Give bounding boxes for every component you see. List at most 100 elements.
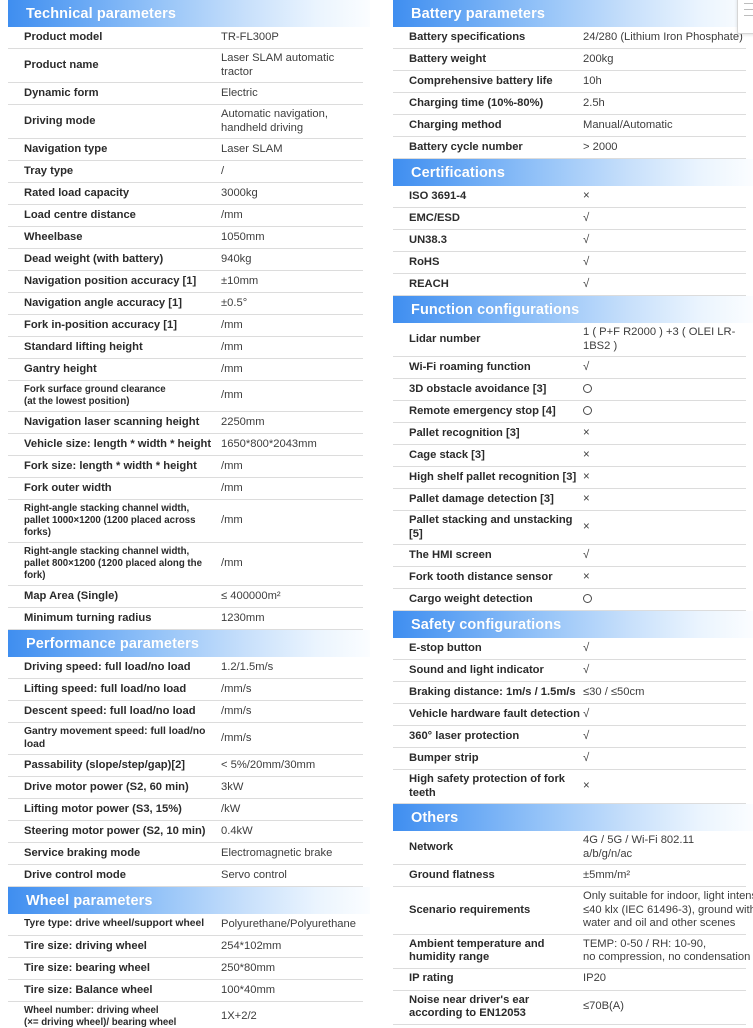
- spec-label-vehicle-size-length-width-height: Vehicle size: length * width * height: [24, 437, 212, 450]
- section-rows: Driving speed: full load/no load 1.2/1.5m…: [0, 657, 370, 887]
- spec-row: Pallet stacking and unstacking [5] ×: [393, 511, 746, 545]
- section-header-technical-parameters: Technical parameters: [8, 0, 370, 27]
- spec-label-navigation-position-accuracy-1: Navigation position accuracy [1]: [24, 274, 197, 287]
- cross-icon: ×: [583, 470, 590, 483]
- floating-menu-panel[interactable]: [737, 0, 753, 34]
- spec-value: /kW: [221, 802, 241, 815]
- spec-row: Lifting motor power (S3, 15%) /kW: [8, 799, 363, 821]
- spec-value: ×: [583, 521, 746, 535]
- spec-label-navigation-angle-accuracy-1: Navigation angle accuracy [1]: [24, 296, 182, 309]
- spec-value: ×: [583, 780, 746, 794]
- spec-value: 940kg: [221, 252, 252, 265]
- menu-line-icon: [744, 15, 753, 16]
- spec-label-vehicle-hardware-fault-detection: Vehicle hardware fault detection: [409, 707, 580, 720]
- check-icon: √: [583, 641, 590, 654]
- spec-row: Navigation angle accuracy [1] ±0.5°: [8, 293, 363, 315]
- spec-label-gantry-movement-speed-full-load-no-load: Gantry movement speed: full load/no load: [24, 726, 206, 750]
- spec-label-lidar-number: Lidar number: [409, 332, 481, 345]
- spec-value: ×: [583, 493, 746, 507]
- spec-value: TR-FL300P: [221, 30, 279, 43]
- spec-value: /mm: [221, 318, 243, 331]
- spec-label-wheelbase: Wheelbase: [24, 230, 83, 243]
- spec-label-tire-size-driving-wheel: Tire size: driving wheel: [24, 939, 147, 952]
- spec-label-battery-weight: Battery weight: [409, 52, 487, 65]
- spec-label-standard-lifting-height: Standard lifting height: [24, 340, 143, 353]
- spec-row: Tire size: driving wheel 254*102mm: [8, 936, 363, 958]
- spec-value: /mm: [221, 340, 243, 353]
- cross-icon: ×: [583, 570, 590, 583]
- spec-label-load-centre-distance: Load centre distance: [24, 208, 136, 221]
- spec-row: Noise near driver's ear according to EN1…: [393, 991, 746, 1025]
- section-rows: Battery specifications 24/280 (Lithium Ir…: [385, 27, 753, 159]
- spec-value: √: [583, 730, 746, 744]
- check-icon: √: [583, 663, 590, 676]
- spec-label-e-stop-button: E-stop button: [409, 641, 482, 654]
- spec-value: /mm/s: [221, 682, 252, 695]
- spec-label-reach: REACH: [409, 277, 449, 290]
- spec-value: 1050mm: [221, 230, 265, 243]
- spec-value: /mm: [221, 389, 243, 402]
- spec-row: Comprehensive battery life 10h: [393, 71, 746, 93]
- spec-label-fork-surface-ground-clearance-at-the-lowest-posi: Fork surface ground clearance (at the lo…: [24, 384, 166, 407]
- spec-value: /mm: [221, 514, 243, 527]
- spec-label-product-model: Product model: [24, 30, 103, 43]
- spec-row: Ambient temperature and humidity range TE…: [393, 935, 750, 969]
- spec-row: Descent speed: full load/no load/mm/s: [8, 701, 363, 723]
- spec-row: Cage stack [3] ×: [393, 445, 746, 467]
- spec-value: ×: [583, 571, 746, 585]
- spec-label-lifting-motor-power-s3-15: Lifting motor power (S3, 15%): [24, 802, 182, 815]
- check-icon: √: [583, 360, 590, 373]
- spec-value: ≤30 / ≤50cm: [583, 685, 645, 698]
- section-title: Performance parameters: [26, 635, 200, 652]
- spec-value: √: [583, 549, 746, 563]
- spec-label-battery-specifications: Battery specifications: [409, 30, 526, 43]
- spec-row: Cargo weight detection: [393, 589, 746, 611]
- check-icon: √: [583, 729, 590, 742]
- spec-row: Tyre type: drive wheel/support wheel Poly…: [8, 914, 363, 936]
- spec-label-high-safety-protection-of-fork-teeth: High safety protection of fork teeth: [409, 773, 566, 799]
- spec-label-pallet-stacking-and-unstacking-5: Pallet stacking and unstacking [5]: [409, 514, 573, 540]
- spec-row: UN38.3 √: [393, 230, 746, 252]
- check-icon: √: [583, 233, 590, 246]
- spec-row: Charging method Manual/Automatic: [393, 115, 746, 137]
- spec-label-pallet-damage-detection-3: Pallet damage detection [3]: [409, 492, 554, 505]
- spec-label-steering-motor-power-s2-10-min: Steering motor power (S2, 10 min): [24, 824, 206, 837]
- spec-label-network: Network: [409, 840, 454, 853]
- section-rows: Lidar number 1 ( P+F R2000 ) +3 ( OLEI LR…: [385, 323, 753, 611]
- section-header-performance-parameters: Performance parameters: [8, 630, 370, 657]
- section-rows: Product model TR-FL300P Product name Laser …: [0, 27, 370, 630]
- spec-row: Drive motor power (S2, 60 min) 3kW: [8, 777, 363, 799]
- spec-label-ground-flatness: Ground flatness: [409, 868, 495, 881]
- spec-label-gantry-height: Gantry height: [24, 362, 97, 375]
- spec-value: 24/280 (Lithium Iron Phosphate): [583, 30, 743, 43]
- spec-value: 1X+2/2: [221, 1010, 257, 1023]
- spec-row: Rated load capacity 3000kg: [8, 183, 363, 205]
- spec-row: Fork outer width/mm: [8, 478, 363, 500]
- spec-value: ×: [583, 427, 746, 441]
- spec-row: Driving mode Automatic navigation, handhe…: [8, 105, 363, 139]
- spec-label-ambient-temperature-and-humidity-range: Ambient temperature and humidity range: [409, 937, 545, 964]
- spec-label-tire-size-balance-wheel: Tire size: Balance wheel: [24, 983, 153, 996]
- spec-row: Braking distance: 1m/s / 1.5m/s ≤30 / ≤50…: [393, 682, 746, 704]
- spec-value: Electromagnetic brake: [221, 846, 333, 859]
- spec-row: Vehicle size: length * width * height 165…: [8, 434, 363, 456]
- section-header-wheel-parameters: Wheel parameters: [8, 887, 370, 914]
- spec-value: √: [583, 278, 746, 292]
- spec-label-fork-outer-width: Fork outer width: [24, 481, 112, 494]
- spec-row: Fork size: length * width * height/mm: [8, 456, 363, 478]
- spec-row: Charging time (10%-80%) 2.5h: [393, 93, 746, 115]
- spec-label-fork-in-position-accuracy-1: Fork in-position accuracy [1]: [24, 318, 177, 331]
- section-header-certifications: Certifications: [393, 159, 753, 186]
- spec-label-lifting-speed-full-load-no-load: Lifting speed: full load/no load: [24, 682, 187, 695]
- spec-value: 3kW: [221, 780, 244, 793]
- spec-value: ×: [583, 190, 746, 204]
- section-title: Wheel parameters: [26, 892, 153, 909]
- spec-value: 0.4kW: [221, 824, 253, 837]
- spec-label-wheel-number-driving-wheel-driving-wheel-bearing: Wheel number: driving wheel (×= driving …: [24, 1005, 177, 1028]
- spec-value: ≤ 400000m²: [221, 589, 281, 602]
- spec-row: High safety protection of fork teeth ×: [393, 770, 746, 804]
- spec-row: Steering motor power (S2, 10 min) 0.4kW: [8, 821, 363, 843]
- spec-value: 100*40mm: [221, 983, 276, 996]
- spec-row: Sound and light indicator √: [393, 660, 746, 682]
- spec-row: Map Area (Single) ≤ 400000m²: [8, 586, 363, 608]
